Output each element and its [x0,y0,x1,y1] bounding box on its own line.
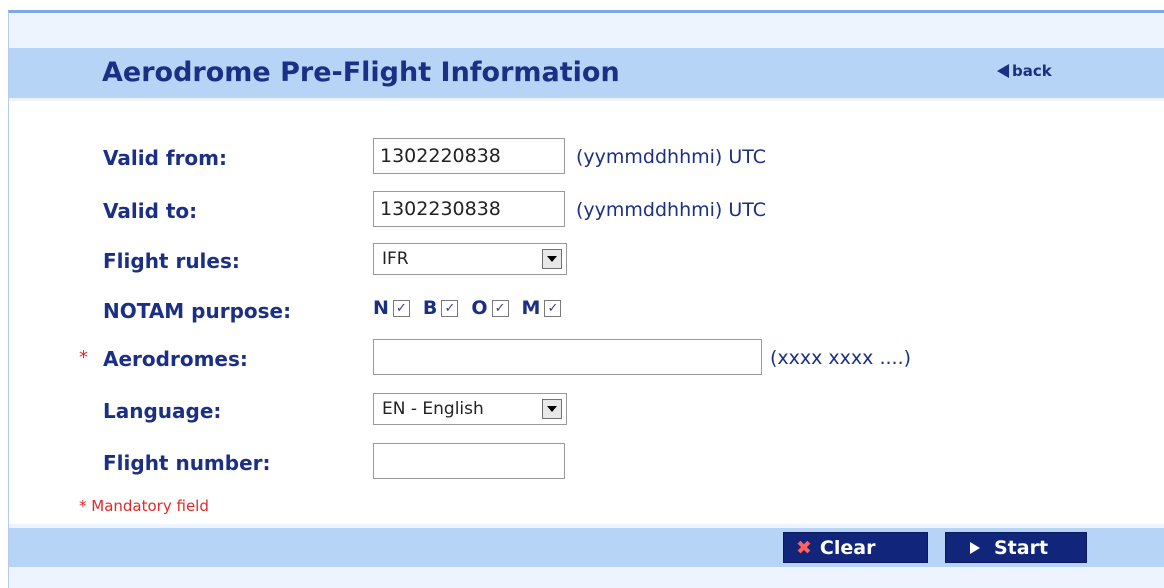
close-icon: ✖ [796,536,812,559]
notam-purpose-o-checkbox[interactable]: ✓ [491,299,509,317]
valid-to-hint: (yymmddhhmi) UTC [576,199,767,221]
flight-number-label: Flight number: [103,451,271,475]
form-area: Valid from: (yymmddhhmi) UTC Valid to: (… [9,101,1164,524]
valid-from-input[interactable] [373,138,565,174]
start-button[interactable]: Start [945,532,1087,563]
notam-purpose-m: M ✓ [522,297,562,319]
page-title: Aerodrome Pre-Flight Information [102,57,620,88]
notam-purpose-n-checkbox[interactable]: ✓ [392,299,410,317]
notam-purpose-b: B ✓ [422,297,459,319]
valid-from-label: Valid from: [103,146,228,170]
flight-number-input[interactable] [373,443,565,479]
notam-purpose-m-label: M [521,297,541,319]
back-label: back [1012,62,1052,80]
valid-from-row: Valid from: (yymmddhhmi) UTC [9,138,1164,178]
clear-button[interactable]: ✖ Clear [783,532,928,563]
chevron-down-icon [547,256,557,262]
valid-to-input[interactable] [373,191,565,227]
check-icon: ✓ [494,300,506,316]
aerodromes-row: * Aerodromes: (xxxx xxxx ....) [9,339,1164,379]
valid-to-label: Valid to: [103,199,198,223]
title-bar: Aerodrome Pre-Flight Information back [9,48,1164,98]
flight-rules-dropdown-button[interactable] [542,249,562,269]
check-icon: ✓ [547,300,559,316]
notam-purpose-b-checkbox[interactable]: ✓ [441,299,459,317]
language-row: Language: EN - English [9,391,1164,431]
back-link[interactable]: back [997,62,1052,80]
language-dropdown-button[interactable] [542,399,562,419]
notam-purpose-o-label: O [471,297,488,319]
flight-rules-row: Flight rules: IFR [9,241,1164,281]
language-value: EN - English [382,399,484,419]
aerodromes-label: Aerodromes: [103,347,248,371]
aerodromes-input[interactable] [373,339,762,375]
clear-label: Clear [819,536,876,559]
back-arrow-icon [997,64,1009,78]
check-icon: ✓ [395,300,407,316]
notam-purpose-n-label: N [373,297,389,319]
mandatory-note: * Mandatory field [79,497,209,515]
pre-flight-panel: Aerodrome Pre-Flight Information back Va… [8,10,1164,588]
check-icon: ✓ [444,300,456,316]
footer-bar: ✖ Clear Start [9,528,1164,567]
notam-purpose-options: N ✓ B ✓ O ✓ M ✓ [373,297,574,319]
flight-number-row: Flight number: [9,443,1164,483]
notam-purpose-b-label: B [422,297,438,319]
flight-rules-select[interactable]: IFR [373,243,567,275]
flight-rules-label: Flight rules: [103,249,240,273]
notam-purpose-n: N ✓ [373,297,410,319]
language-select[interactable]: EN - English [373,393,567,425]
start-label: Start [994,536,1049,559]
notam-purpose-o: O ✓ [471,297,509,319]
aerodromes-hint: (xxxx xxxx ....) [770,347,912,369]
required-asterisk: * [79,347,88,368]
notam-purpose-m-checkbox[interactable]: ✓ [544,299,562,317]
notam-purpose-label: NOTAM purpose: [103,299,292,323]
flight-rules-value: IFR [382,249,409,269]
valid-to-row: Valid to: (yymmddhhmi) UTC [9,191,1164,231]
chevron-down-icon [547,406,557,412]
notam-purpose-row: NOTAM purpose: N ✓ B ✓ O ✓ M ✓ [9,291,1164,331]
play-icon [970,541,980,554]
language-label: Language: [103,399,222,423]
valid-from-hint: (yymmddhhmi) UTC [576,146,767,168]
